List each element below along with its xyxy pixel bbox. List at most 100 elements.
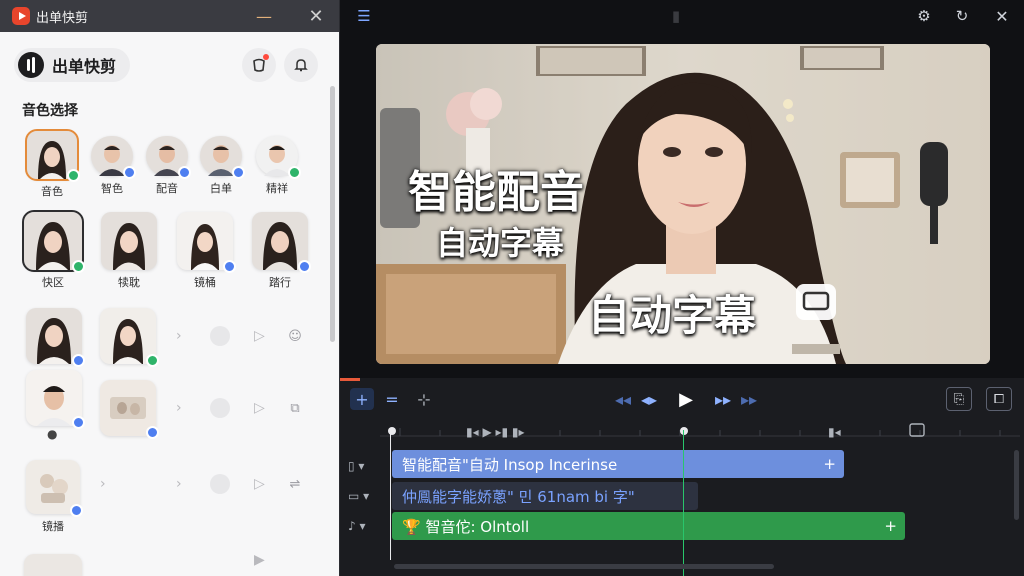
- play-button[interactable]: ▶: [674, 387, 698, 411]
- voice-label: 犊耽: [118, 276, 140, 289]
- bell-icon: [294, 59, 308, 72]
- export-button[interactable]: ⎘: [946, 387, 972, 411]
- brand-name: 出单快剪: [52, 57, 117, 76]
- voice-badge: [146, 426, 159, 439]
- timeline-clip-voiceover[interactable]: 智能配音"自动 Insop Incerinse +: [392, 450, 844, 478]
- editor-toolbar: ☰ ▮ ⚙ ↻ ✕: [340, 0, 1024, 32]
- brand-logo-icon: [18, 52, 44, 78]
- gift-button[interactable]: [242, 48, 276, 82]
- voice-panel: 出单快剪 — ✕ 出单快剪 音色选择 音色 智色 配音 白单 精祥 快区 犊耽 …: [0, 0, 340, 576]
- voice-badge: [72, 260, 85, 273]
- split-icon[interactable]: ⧉: [284, 397, 306, 419]
- panel-scrollbar[interactable]: [330, 86, 335, 342]
- voice-item[interactable]: 音色: [25, 129, 80, 199]
- video-track-icon[interactable]: ▯ ▾: [348, 456, 378, 476]
- timeline-v-scrollbar[interactable]: [1014, 450, 1019, 520]
- voice-item[interactable]: [26, 308, 85, 367]
- voice-thumbnail: [146, 136, 191, 179]
- voice-item[interactable]: 快区: [22, 210, 85, 290]
- playhead[interactable]: [683, 430, 684, 576]
- record-icon: ●: [47, 427, 58, 441]
- voice-badge: [70, 504, 83, 517]
- close-icon[interactable]: ✕: [992, 6, 1012, 26]
- caption-big: 自动字幕: [588, 291, 757, 340]
- voice-item[interactable]: [100, 308, 159, 367]
- avatar: [36, 222, 70, 270]
- caption-main: 智能配音: [408, 167, 584, 218]
- play-icon: ▶: [254, 552, 265, 568]
- bell-button[interactable]: [284, 48, 318, 82]
- voice-item[interactable]: 踏行: [252, 212, 311, 290]
- add-clip-icon[interactable]: +: [823, 455, 836, 473]
- voice-thumbnail: [101, 212, 157, 270]
- svg-text:▮◂ ▶ ▸▮ ▮▸: ▮◂ ▶ ▸▮ ▮▸: [466, 425, 525, 439]
- voice-thumbnail: [26, 370, 85, 429]
- voice-badge: [67, 169, 80, 182]
- voice-thumbnail: [26, 308, 85, 367]
- placeholder-circle: [210, 474, 230, 494]
- svg-text:▮◂: ▮◂: [828, 425, 841, 439]
- settings-icon[interactable]: ⚙: [914, 6, 934, 26]
- timeline-ruler: ▮◂ ▶ ▸▮ ▮▸ ▮◂: [380, 423, 1020, 439]
- audio-track-icon[interactable]: ♪ ▾: [348, 516, 378, 536]
- titlebar: 出单快剪 — ✕: [0, 0, 339, 32]
- voice-item[interactable]: 镜播: [26, 460, 83, 534]
- start-marker[interactable]: [390, 430, 391, 560]
- avatar: [191, 224, 219, 270]
- rewind-icon[interactable]: ◂◂: [612, 389, 634, 409]
- timeline-clip-audio[interactable]: 🏆 智音佗: Olntoll +: [392, 512, 905, 540]
- subtitle-track-icon[interactable]: ▭ ▾: [348, 486, 378, 506]
- placeholder-circle: [210, 326, 230, 346]
- menu-icon[interactable]: ☰: [354, 6, 374, 26]
- voice-item[interactable]: 精祥: [256, 136, 301, 196]
- voice-item[interactable]: 白单: [200, 136, 245, 196]
- play-outline-icon: ▷: [254, 400, 265, 416]
- voice-badge: [223, 260, 236, 273]
- add-track-button[interactable]: +: [350, 388, 374, 410]
- voice-item[interactable]: [100, 380, 159, 439]
- voice-label: 智色: [101, 182, 123, 195]
- voice-thumbnail: [256, 136, 301, 179]
- brand-pill[interactable]: 出单快剪: [14, 48, 131, 82]
- drag-handle-icon[interactable]: ▮: [666, 6, 686, 26]
- adjust-icon[interactable]: ⇌: [284, 473, 306, 495]
- timeline-h-scrollbar[interactable]: [394, 564, 774, 569]
- split-icon[interactable]: ⊹: [412, 388, 436, 410]
- voice-item[interactable]: 镜桶: [177, 212, 236, 290]
- avatar: [37, 318, 71, 364]
- minimize-button[interactable]: —: [250, 4, 278, 28]
- share-button[interactable]: ⧠: [986, 387, 1012, 411]
- fast-forward-icon[interactable]: ▸▸: [738, 389, 760, 409]
- play-outline-icon: ▷: [254, 328, 265, 344]
- voice-item[interactable]: [24, 554, 82, 576]
- next-frame-icon[interactable]: ▸▸: [712, 389, 734, 409]
- align-icon[interactable]: =: [380, 388, 404, 410]
- chat-icon[interactable]: ☺: [284, 325, 306, 347]
- voice-thumbnail: [91, 136, 136, 179]
- add-clip-icon[interactable]: +: [884, 517, 897, 535]
- chevron-right-icon: ›: [100, 476, 106, 492]
- app-window: 出单快剪 — ✕ 出单快剪 音色选择 音色 智色 配音 白单 精祥 快区 犊耽 …: [0, 0, 1024, 576]
- voice-label: 白单: [210, 182, 232, 195]
- close-button[interactable]: ✕: [302, 4, 330, 28]
- video-preview[interactable]: 智能配音 自动字幕 自动字幕: [376, 44, 990, 364]
- voice-thumbnail: [22, 210, 85, 273]
- voice-badge: [178, 166, 191, 179]
- chevron-right-icon: ›: [176, 400, 182, 416]
- voice-badge: [232, 166, 245, 179]
- prev-frame-icon[interactable]: ◂▸: [638, 389, 660, 409]
- voice-item[interactable]: 配音: [146, 136, 191, 196]
- voice-item[interactable]: 犊耽: [101, 212, 157, 290]
- app-title: 出单快剪: [36, 10, 89, 26]
- voice-thumbnail: [24, 554, 82, 576]
- voice-thumbnail: [100, 308, 159, 367]
- voice-item[interactable]: 智色: [91, 136, 136, 196]
- timeline-clip-subtitle[interactable]: 仲鳯能字能娇蔥" 민 61nam bi 字": [392, 482, 698, 510]
- timeline: + = ⊹ ◂◂ ◂▸ ▶ ▸▸ ▸▸ ⎘ ⧠ ▮◂ ▶ ▸▮ ▮▸ ▮◂ ▯ …: [340, 378, 1024, 576]
- avatar: [113, 223, 145, 270]
- caption-sub: 自动字幕: [436, 224, 565, 262]
- chevron-right-icon: ›: [176, 476, 182, 492]
- voice-badge: [72, 416, 85, 429]
- refresh-icon[interactable]: ↻: [952, 6, 972, 26]
- voice-item[interactable]: [26, 370, 85, 429]
